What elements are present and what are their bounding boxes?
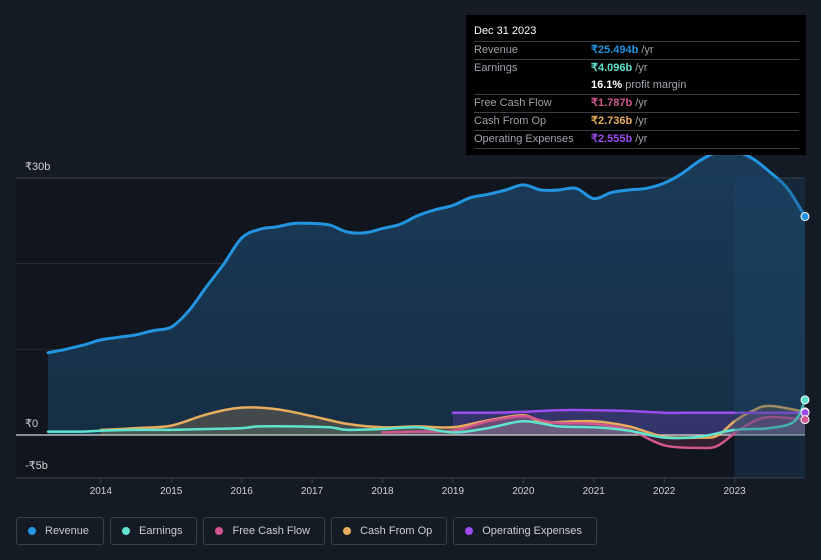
end-marker-free-cash-flow bbox=[800, 415, 810, 425]
x-tick-label: 2021 bbox=[583, 486, 606, 497]
legend-label: Operating Expenses bbox=[482, 525, 582, 537]
legend-label: Cash From Op bbox=[360, 525, 433, 537]
legend-item-cash-from-op[interactable]: Cash From Op bbox=[331, 517, 448, 545]
tooltip-unit: /yr bbox=[635, 115, 648, 127]
legend-item-free-cash-flow[interactable]: Free Cash Flow bbox=[203, 517, 326, 545]
tooltip-unit: profit margin bbox=[625, 79, 687, 91]
tooltip-label: Earnings bbox=[474, 62, 518, 74]
legend-dot-icon bbox=[343, 527, 352, 535]
tooltip-row-earnings: Earnings ₹4.096b /yr bbox=[474, 60, 799, 77]
tooltip-value: ₹2.736b bbox=[591, 115, 633, 127]
legend-dot-icon bbox=[28, 527, 36, 535]
x-tick-label: 2014 bbox=[90, 486, 113, 497]
tooltip-unit: /yr bbox=[635, 97, 648, 109]
legend-dot-icon bbox=[122, 527, 131, 535]
legend-label: Earnings bbox=[139, 525, 183, 537]
y-tick-label-zero: ₹0 bbox=[25, 418, 39, 430]
legend: Revenue Earnings Free Cash Flow Cash Fro… bbox=[16, 517, 597, 545]
tooltip-value: ₹1.787b bbox=[591, 97, 633, 109]
tooltip-value: ₹2.555b bbox=[591, 133, 633, 145]
x-tick-label: 2018 bbox=[371, 486, 394, 497]
forecast-highlight-region bbox=[734, 178, 805, 478]
tooltip-unit: /yr bbox=[635, 62, 648, 74]
legend-item-earnings[interactable]: Earnings bbox=[110, 517, 198, 545]
legend-item-revenue[interactable]: Revenue bbox=[16, 517, 105, 545]
legend-item-operating-expenses[interactable]: Operating Expenses bbox=[453, 517, 597, 545]
tooltip-date: Dec 31 2023 bbox=[474, 23, 799, 42]
tooltip-unit: /yr bbox=[641, 44, 654, 56]
tooltip-value: 16.1% bbox=[591, 79, 623, 91]
x-axis: 2014 2015 2016 2017 2018 2019 2020 2021 2022 2023 bbox=[90, 477, 746, 497]
tooltip-label: Cash From Op bbox=[474, 115, 547, 127]
x-tick-label: 2019 bbox=[442, 486, 465, 497]
tooltip-value: ₹25.494b bbox=[591, 44, 639, 56]
x-tick-label: 2020 bbox=[512, 486, 535, 497]
end-marker-revenue bbox=[800, 212, 810, 222]
x-tick-label: 2022 bbox=[653, 486, 676, 497]
tooltip-label bbox=[474, 77, 591, 94]
tooltip-row-operating-expenses: Operating Expenses ₹2.555b /yr bbox=[474, 131, 799, 149]
tooltip-unit: /yr bbox=[635, 133, 648, 145]
x-tick-label: 2017 bbox=[301, 486, 324, 497]
legend-dot-icon bbox=[215, 527, 224, 535]
x-tick-label: 2015 bbox=[160, 486, 183, 497]
tooltip-row-cash-from-op: Cash From Op ₹2.736b /yr bbox=[474, 113, 799, 131]
end-marker-earnings bbox=[800, 395, 810, 405]
legend-dot-icon bbox=[465, 527, 474, 535]
tooltip-label: Operating Expenses bbox=[474, 133, 574, 145]
tooltip-label: Free Cash Flow bbox=[474, 97, 552, 109]
tooltip-row-profit-margin: 16.1% profit margin bbox=[474, 77, 799, 95]
tooltip-value: ₹4.096b bbox=[591, 62, 633, 74]
legend-label: Revenue bbox=[45, 525, 90, 537]
legend-label: Free Cash Flow bbox=[232, 525, 311, 537]
tooltip-row-revenue: Revenue ₹25.494b /yr bbox=[474, 42, 799, 60]
x-tick-label: 2023 bbox=[723, 486, 746, 497]
y-tick-label-bottom: -₹5b bbox=[25, 460, 48, 472]
y-tick-label-top: ₹30b bbox=[25, 161, 51, 173]
tooltip: Dec 31 2023 Revenue ₹25.494b /yr Earning… bbox=[466, 15, 806, 155]
tooltip-row-free-cash-flow: Free Cash Flow ₹1.787b /yr bbox=[474, 95, 799, 113]
x-tick-label: 2016 bbox=[231, 486, 254, 497]
tooltip-label: Revenue bbox=[474, 44, 519, 56]
